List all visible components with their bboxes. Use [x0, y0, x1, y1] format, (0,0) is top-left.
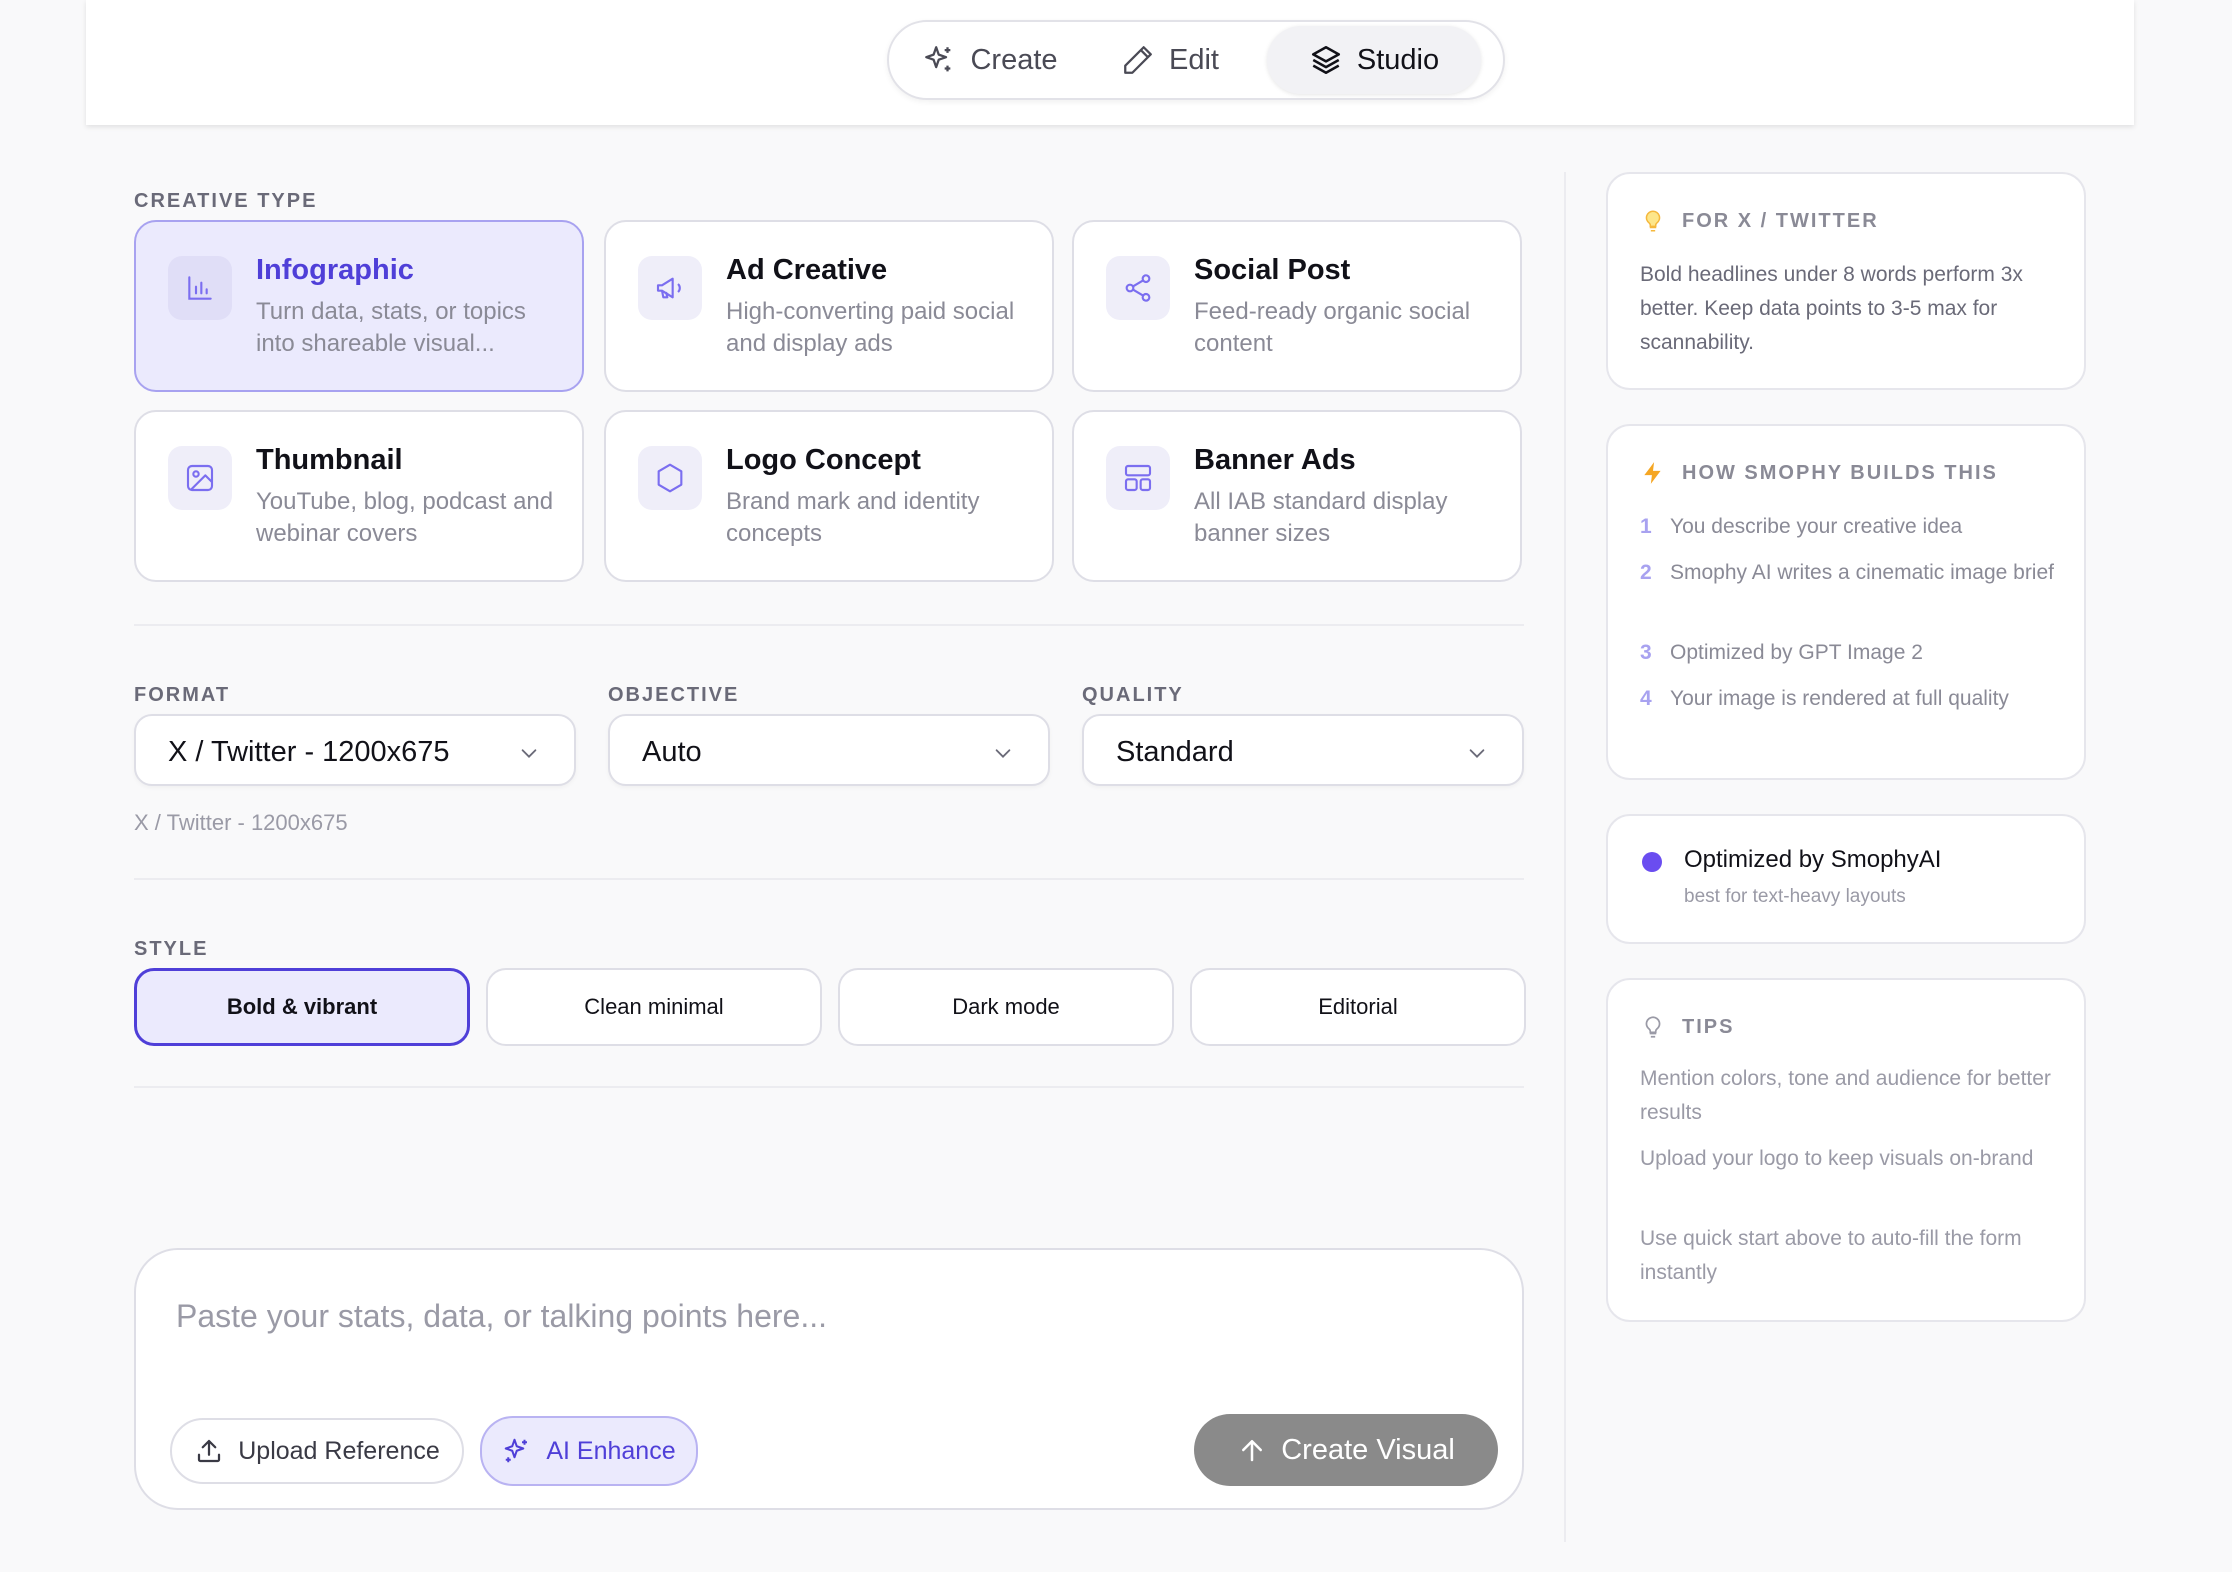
hexagon-icon — [657, 463, 683, 493]
type-card-logo-concept[interactable]: Logo Concept Brand mark and identity con… — [604, 410, 1054, 582]
image-icon — [186, 464, 214, 492]
twitter-tip-heading: FOR X / TWITTER — [1682, 209, 1879, 232]
tips-card: TIPS Mention colors, tone and audience f… — [1606, 978, 2086, 1322]
step-item: 3 Optimized by GPT Image 2 — [1640, 636, 2070, 670]
step-text: Your image is rendered at full quality — [1670, 687, 2009, 710]
style-chip-bold-vibrant[interactable]: Bold & vibrant — [134, 968, 470, 1046]
tips-heading: TIPS — [1682, 1015, 1735, 1038]
lightning-bolt-icon — [1644, 462, 1661, 484]
tab-studio[interactable]: Studio — [1267, 26, 1481, 94]
type-title: Banner Ads — [1194, 444, 1356, 476]
type-title: Social Post — [1194, 254, 1351, 286]
status-dot — [1642, 852, 1662, 872]
layout-icon — [1124, 464, 1152, 492]
quality-select[interactable]: Standard — [1082, 714, 1524, 786]
create-visual-label: Create Visual — [1281, 1433, 1455, 1466]
format-hint: X / Twitter - 1200x675 — [134, 810, 348, 835]
bar-chart-icon — [188, 276, 212, 300]
prompt-box: Upload Reference AI Enhance Create Visua… — [134, 1248, 1524, 1510]
tab-edit[interactable]: Edit — [1103, 26, 1237, 94]
type-desc: All IAB standard display banner sizes — [1194, 488, 1448, 547]
chevron-down-icon — [1469, 749, 1485, 758]
upload-reference-button[interactable]: Upload Reference — [170, 1418, 464, 1484]
share-icon — [1125, 274, 1151, 302]
step-item: 1 You describe your creative idea — [1640, 510, 2070, 544]
pencil-icon — [1124, 46, 1152, 74]
mode-tabs: Create Edit Studio — [887, 20, 1505, 100]
style-chip-clean-minimal[interactable]: Clean minimal — [486, 968, 822, 1046]
optimized-subtitle: best for text-heavy layouts — [1684, 886, 1906, 907]
divider — [134, 624, 1524, 626]
format-value: X / Twitter - 1200x675 — [168, 736, 450, 768]
type-card-infographic[interactable]: Infographic Turn data, stats, or topics … — [134, 220, 584, 392]
step-item: 2 Smophy AI writes a cinematic image bri… — [1640, 556, 2070, 590]
tab-create-label: Create — [970, 43, 1058, 76]
sparkles-icon — [505, 1438, 528, 1463]
creative-type-label: CREATIVE TYPE — [134, 190, 318, 212]
step-text: Optimized by GPT Image 2 — [1670, 641, 1923, 664]
chevron-down-icon — [521, 749, 537, 758]
create-visual-button[interactable]: Create Visual — [1194, 1414, 1498, 1486]
objective-select[interactable]: Auto — [608, 714, 1050, 786]
style-label: STYLE — [134, 938, 209, 960]
step-number: 3 — [1640, 641, 1652, 664]
divider — [134, 1086, 1524, 1088]
prompt-input[interactable] — [176, 1286, 1476, 1346]
type-card-social-post[interactable]: Social Post Feed-ready organic social co… — [1072, 220, 1522, 392]
quality-value: Standard — [1116, 736, 1234, 768]
type-desc: Feed-ready organic social content — [1194, 298, 1471, 357]
ai-enhance-label: AI Enhance — [546, 1436, 676, 1465]
sparkles-icon — [925, 46, 951, 72]
step-text: You describe your creative idea — [1670, 515, 1963, 538]
divider — [134, 878, 1524, 880]
step-number: 4 — [1640, 687, 1652, 710]
ai-enhance-button[interactable]: AI Enhance — [480, 1416, 698, 1486]
type-title: Logo Concept — [726, 444, 921, 476]
quality-label: QUALITY — [1082, 684, 1184, 706]
objective-value: Auto — [642, 736, 702, 768]
style-chip-dark-mode[interactable]: Dark mode — [838, 968, 1174, 1046]
optimized-card: Optimized by SmophyAI best for text-heav… — [1606, 814, 2086, 944]
type-desc: Turn data, stats, or topics into shareab… — [256, 298, 526, 357]
type-card-thumbnail[interactable]: Thumbnail YouTube, blog, podcast and web… — [134, 410, 584, 582]
optimized-title: Optimized by SmophyAI — [1684, 846, 1942, 873]
type-title: Thumbnail — [256, 444, 403, 476]
how-it-works-heading: HOW SMOPHY BUILDS THIS — [1682, 461, 1998, 484]
twitter-tip-text: Bold headlines under 8 words perform 3x … — [1640, 263, 2023, 354]
step-number: 2 — [1640, 561, 1652, 584]
lightbulb-icon — [1645, 1016, 1661, 1038]
type-card-banner-ads[interactable]: Banner Ads All IAB standard display bann… — [1072, 410, 1522, 582]
step-text: Smophy AI writes a cinematic image brief — [1670, 561, 2054, 584]
layers-icon — [1311, 45, 1340, 75]
step-number: 1 — [1640, 515, 1652, 538]
twitter-tip-card: FOR X / TWITTER Bold headlines under 8 w… — [1606, 172, 2086, 390]
type-title: Infographic — [256, 254, 414, 286]
type-title: Ad Creative — [726, 254, 888, 286]
type-desc: Brand mark and identity concepts — [726, 488, 980, 547]
lightbulb-icon — [1645, 210, 1661, 232]
how-it-works-card: HOW SMOPHY BUILDS THIS 1 You describe yo… — [1606, 424, 2086, 780]
upload-icon — [198, 1439, 221, 1463]
tab-edit-label: Edit — [1169, 43, 1219, 76]
step-item: 4 Your image is rendered at full quality — [1640, 682, 2070, 716]
top-bar: Create Edit Studio — [86, 0, 2134, 125]
megaphone-icon — [656, 277, 681, 299]
sidebar-divider — [1564, 172, 1566, 1542]
tip-item: Use quick start above to auto-fill the f… — [1640, 1227, 2022, 1284]
type-desc: High-converting paid social and display … — [726, 298, 1015, 357]
format-label: FORMAT — [134, 684, 231, 706]
tip-item: Mention colors, tone and audience for be… — [1640, 1067, 2051, 1124]
upload-reference-label: Upload Reference — [238, 1436, 440, 1465]
tab-create[interactable]: Create — [909, 26, 1071, 94]
tip-item: Upload your logo to keep visuals on-bran… — [1640, 1147, 2034, 1170]
type-desc: YouTube, blog, podcast and webinar cover… — [256, 488, 554, 547]
chevron-down-icon — [995, 749, 1011, 758]
objective-label: OBJECTIVE — [608, 684, 740, 706]
tab-studio-label: Studio — [1356, 43, 1440, 76]
format-select[interactable]: X / Twitter - 1200x675 — [134, 714, 576, 786]
type-card-ad-creative[interactable]: Ad Creative High-converting paid social … — [604, 220, 1054, 392]
arrow-up-icon — [1242, 1440, 1263, 1462]
style-chip-editorial[interactable]: Editorial — [1190, 968, 1526, 1046]
